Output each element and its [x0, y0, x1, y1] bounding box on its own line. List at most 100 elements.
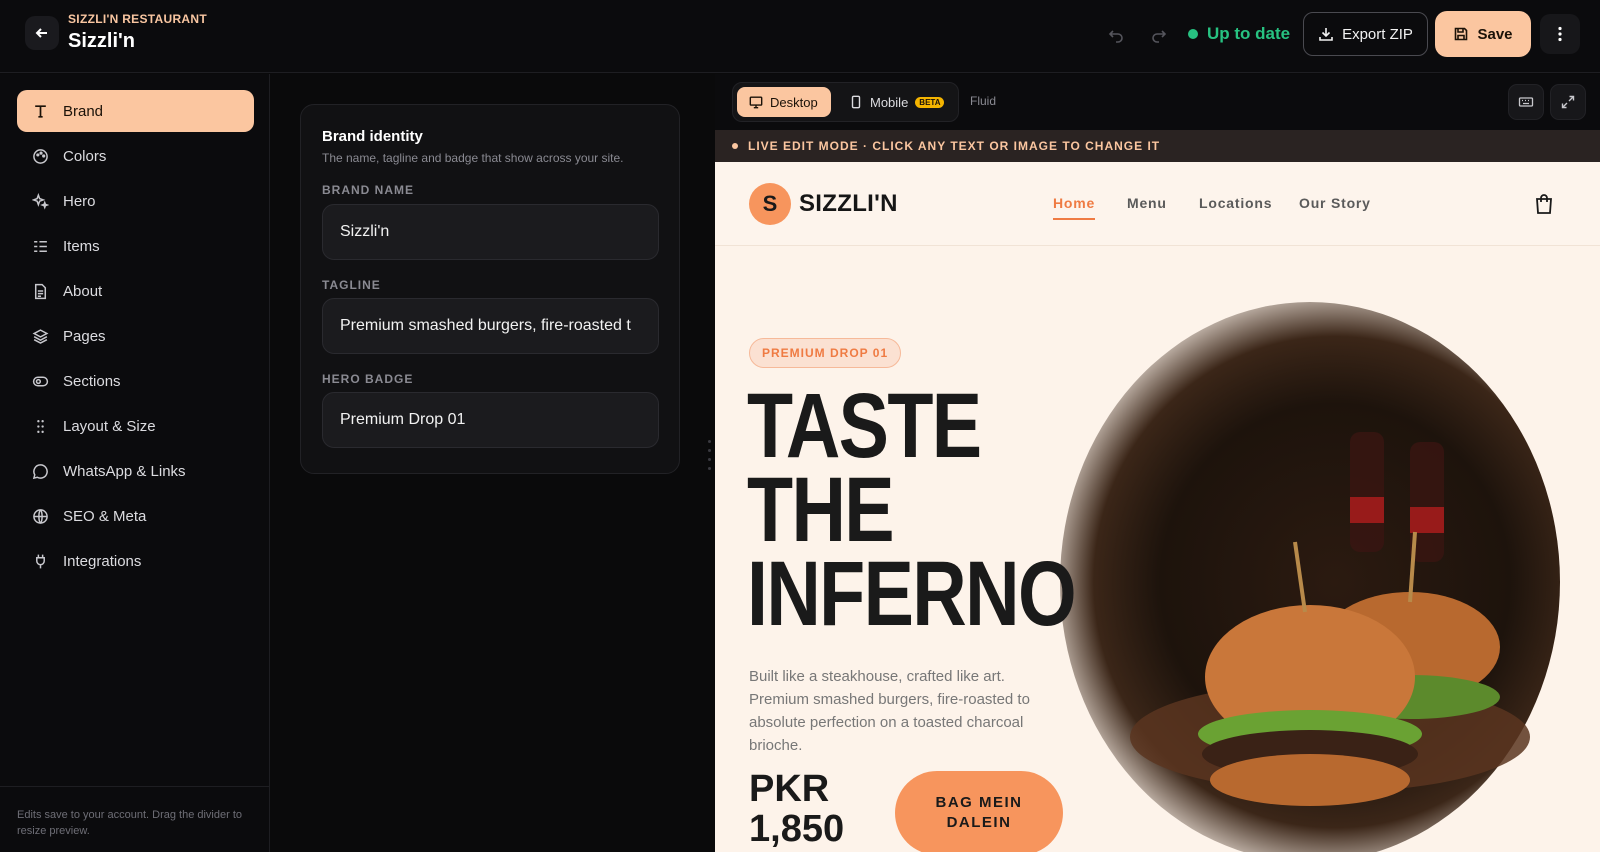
top-bar: SIZZLI'N RESTAURANT Sizzli'n Up to date …: [0, 0, 1600, 73]
sidebar-item-label: Hero: [63, 192, 96, 210]
undo-icon: [1108, 30, 1123, 43]
restaurant-kicker: SIZZLI'N RESTAURANT: [68, 12, 207, 26]
site-nav-home[interactable]: Home: [1053, 195, 1096, 220]
sidebar-item-pages[interactable]: Pages: [17, 315, 254, 357]
sidebar-item-label: Sections: [63, 372, 121, 390]
redo-icon: [1152, 30, 1167, 43]
sidebar-item-seo-meta[interactable]: SEO & Meta: [17, 495, 254, 537]
burger-illustration: [1130, 432, 1530, 806]
headline-line-2: THE: [747, 459, 895, 561]
fullscreen-button[interactable]: [1550, 84, 1586, 120]
undo-button[interactable]: [1101, 20, 1131, 50]
fluid-label: Fluid: [970, 94, 997, 108]
status-text: Up to date: [1207, 24, 1291, 43]
expand-icon: [1561, 95, 1575, 109]
monitor-icon: [749, 96, 763, 109]
floppy-icon: [1455, 27, 1468, 41]
card-subtitle: The name, tagline and badge that show ac…: [322, 151, 624, 165]
cta-line-2: DALEIN: [946, 814, 1012, 831]
editor-panel: Brand identity The name, tagline and bad…: [270, 74, 710, 852]
brand-name-label: BRAND NAME: [322, 183, 414, 197]
sidebar-item-label: Colors: [63, 147, 107, 165]
palette-icon: [33, 148, 48, 164]
mobile-button[interactable]: Mobile BETA: [837, 87, 956, 117]
sidebar-item-about[interactable]: About: [17, 270, 254, 312]
site-navbar: S SIZZLI'N Home Menu Locations Our Story: [715, 162, 1600, 246]
hero-price[interactable]: PKR 1,850: [749, 769, 844, 849]
export-label: Export ZIP: [1342, 25, 1413, 43]
desktop-label: Desktop: [770, 94, 818, 110]
live-dot: [732, 143, 738, 149]
sidebar-item-label: SEO & Meta: [63, 507, 147, 525]
brand-identity-card: Brand identity The name, tagline and bad…: [300, 104, 680, 474]
site-nav-locations[interactable]: Locations: [1199, 195, 1272, 211]
save-button[interactable]: Save: [1435, 11, 1531, 57]
chat-icon: [32, 463, 48, 479]
layers-icon: [32, 328, 49, 344]
sidebar: Brand Colors Hero Items About Pages Sect…: [0, 74, 270, 852]
sidebar-item-integrations[interactable]: Integrations: [17, 540, 254, 582]
download-icon: [1319, 28, 1333, 41]
site-nav-menu[interactable]: Menu: [1127, 195, 1167, 211]
sidebar-item-whatsapp-links[interactable]: WhatsApp & Links: [17, 450, 254, 492]
live-edit-text: LIVE EDIT MODE · CLICK ANY TEXT OR IMAGE…: [748, 139, 1161, 153]
sidebar-item-label: About: [63, 282, 103, 300]
hero-badge-input[interactable]: [322, 392, 659, 448]
site-preview: S SIZZLI'N Home Menu Locations Our Story: [715, 162, 1600, 852]
keyboard-shortcuts-button[interactable]: [1508, 84, 1544, 120]
eye-icon: [32, 376, 49, 386]
sidebar-item-items[interactable]: Items: [17, 225, 254, 267]
headline-line-3: INFERNO: [747, 543, 1077, 645]
card-title: Brand identity: [322, 128, 423, 145]
hero-headline[interactable]: TASTE THE INFERNO: [747, 375, 1077, 645]
site-title: Sizzli'n: [68, 30, 135, 52]
export-zip-button[interactable]: Export ZIP: [1303, 12, 1428, 56]
hero-badge-label: HERO BADGE: [322, 372, 414, 386]
save-status: Up to date: [1188, 24, 1290, 44]
tagline-label: TAGLINE: [322, 278, 381, 292]
bag-mein-dalein-button[interactable]: BAG MEIN DALEIN: [895, 771, 1063, 852]
tagline-input[interactable]: [322, 298, 659, 354]
burger-hero-image[interactable]: [1060, 302, 1560, 852]
live-edit-banner: LIVE EDIT MODE · CLICK ANY TEXT OR IMAGE…: [715, 130, 1600, 162]
headline-line-1: TASTE: [747, 375, 982, 477]
sidebar-item-label: Layout & Size: [63, 417, 156, 435]
more-options-button[interactable]: [1540, 14, 1580, 54]
site-logo-mark[interactable]: S: [749, 183, 791, 225]
preview-panel: Desktop Mobile BETA Fluid LIVE EDIT MODE…: [715, 74, 1600, 852]
beta-badge: BETA: [915, 96, 945, 108]
sidebar-footer-note: Edits save to your account. Drag the div…: [0, 786, 269, 839]
app-root: SIZZLI'N RESTAURANT Sizzli'n Up to date …: [0, 0, 1600, 852]
site-logo-text[interactable]: SIZZLI'N: [799, 190, 898, 218]
globe-icon: [33, 508, 48, 524]
more-vertical-icon: [1558, 26, 1562, 42]
document-icon: [34, 283, 47, 299]
mobile-label: Mobile: [870, 94, 909, 110]
hero-description[interactable]: Built like a steakhouse, crafted like ar…: [749, 665, 1069, 757]
shopping-bag-icon[interactable]: [1532, 192, 1556, 216]
site-nav-our-story[interactable]: Our Story: [1299, 195, 1371, 211]
sidebar-item-label: Brand: [63, 102, 104, 120]
desktop-button[interactable]: Desktop: [737, 87, 831, 117]
device-toggle: Desktop Mobile BETA: [732, 82, 959, 122]
sidebar-item-sections[interactable]: Sections: [17, 360, 254, 402]
sidebar-item-label: Items: [63, 237, 100, 255]
resize-divider-handle[interactable]: [708, 440, 712, 470]
price-currency: PKR: [749, 768, 830, 810]
hero-badge[interactable]: PREMIUM DROP 01: [749, 338, 902, 368]
save-label: Save: [1477, 25, 1513, 43]
brand-name-input[interactable]: [322, 204, 659, 260]
sidebar-item-label: WhatsApp & Links: [63, 462, 186, 480]
sidebar-item-colors[interactable]: Colors: [17, 135, 254, 177]
sparkles-icon: [32, 192, 49, 210]
grip-icon: [37, 419, 44, 433]
cta-line-1: BAG MEIN: [935, 794, 1023, 811]
redo-button[interactable]: [1144, 20, 1174, 50]
back-button[interactable]: [25, 16, 59, 50]
arrow-left-icon: [35, 28, 47, 38]
sidebar-item-hero[interactable]: Hero: [17, 180, 254, 222]
status-dot: [1188, 29, 1198, 39]
sidebar-item-brand[interactable]: Brand: [17, 90, 254, 132]
sidebar-item-layout-size[interactable]: Layout & Size: [17, 405, 254, 447]
phone-icon: [851, 95, 861, 109]
